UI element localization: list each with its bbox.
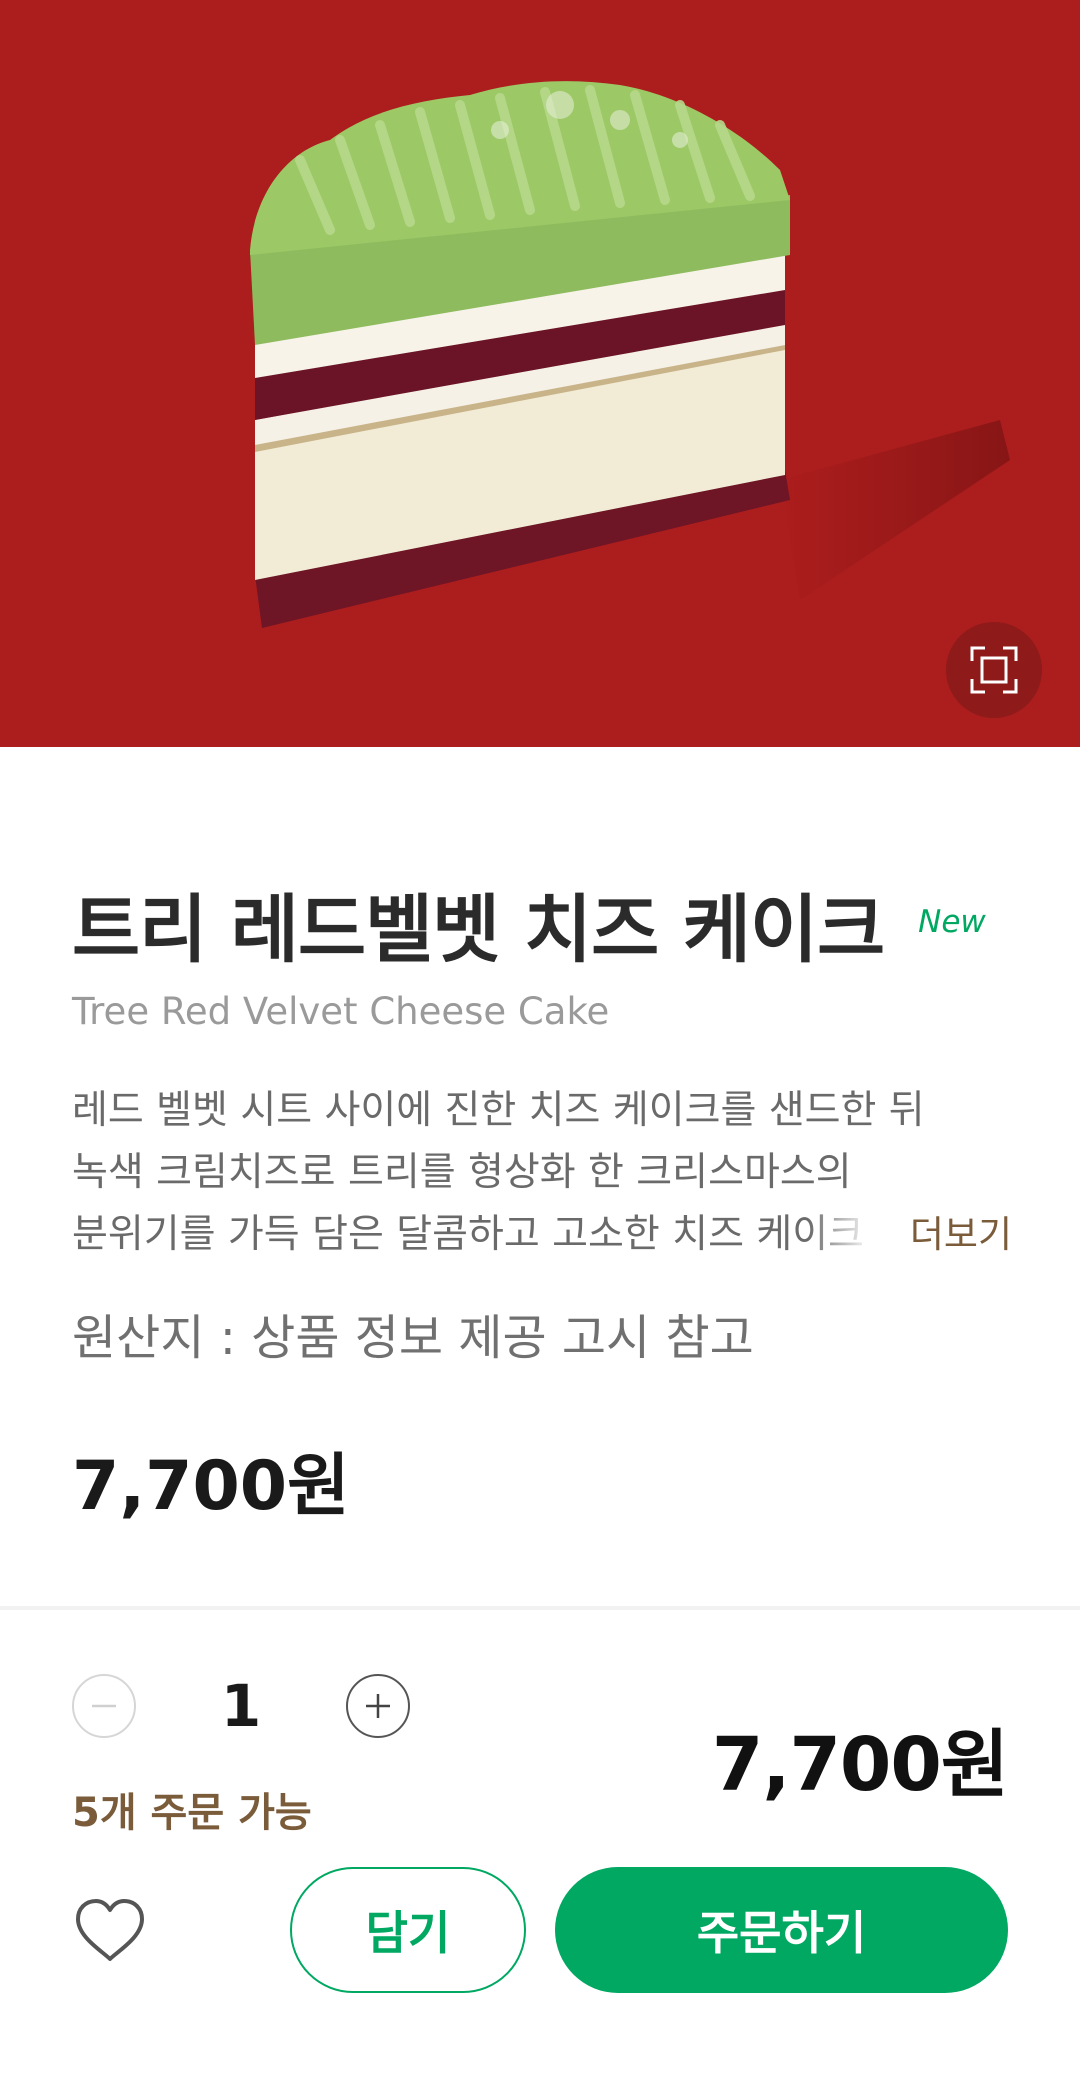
product-info: 트리 레드벨벳 치즈 케이크 New Tree Red Velvet Chees… [72, 880, 1012, 1526]
product-title: 트리 레드벨벳 치즈 케이크 [72, 887, 885, 973]
quantity-value: 1 [220, 1672, 262, 1740]
product-title-english: Tree Red Velvet Cheese Cake [72, 990, 610, 1033]
heart-outline-icon [76, 1899, 144, 1961]
description-line: 녹색 크림치즈로 트리를 형상화 한 크리스마스의 [72, 1150, 852, 1195]
expand-frame-icon [970, 646, 1018, 694]
decrease-button[interactable] [72, 1674, 136, 1738]
increase-button[interactable] [346, 1674, 410, 1738]
product-price: 7,700원 [72, 1447, 350, 1526]
add-to-cart-button[interactable]: 담기 [290, 1867, 526, 1993]
favorite-button[interactable] [72, 1893, 148, 1969]
cake-illustration [250, 81, 1010, 628]
order-button[interactable]: 주문하기 [555, 1867, 1008, 1993]
plus-icon [366, 1694, 390, 1718]
section-divider [0, 1606, 1080, 1610]
product-image [0, 0, 1080, 747]
description-line: 레드 벨벳 시트 사이에 진한 치즈 케이크를 샌드한 뒤 [72, 1088, 925, 1133]
description-line: 분위기를 가득 담은 달콤하고 고소한 치즈 케이크 [72, 1212, 864, 1257]
quantity-stepper: 1 [72, 1672, 410, 1740]
origin-info: 원산지 : 상품 정보 제공 고시 참고 [72, 1310, 754, 1366]
new-badge: New [918, 904, 986, 940]
total-price: 7,700원 [711, 1722, 1009, 1808]
more-link[interactable]: 더보기 [910, 1204, 1012, 1266]
product-description: 레드 벨벳 시트 사이에 진한 치즈 케이크를 샌드한 뒤 녹색 크림치즈로 트… [72, 1080, 1012, 1285]
minus-icon [92, 1704, 116, 1708]
available-count: 5개 주문 가능 [72, 1790, 312, 1836]
zoom-button[interactable] [946, 622, 1042, 718]
